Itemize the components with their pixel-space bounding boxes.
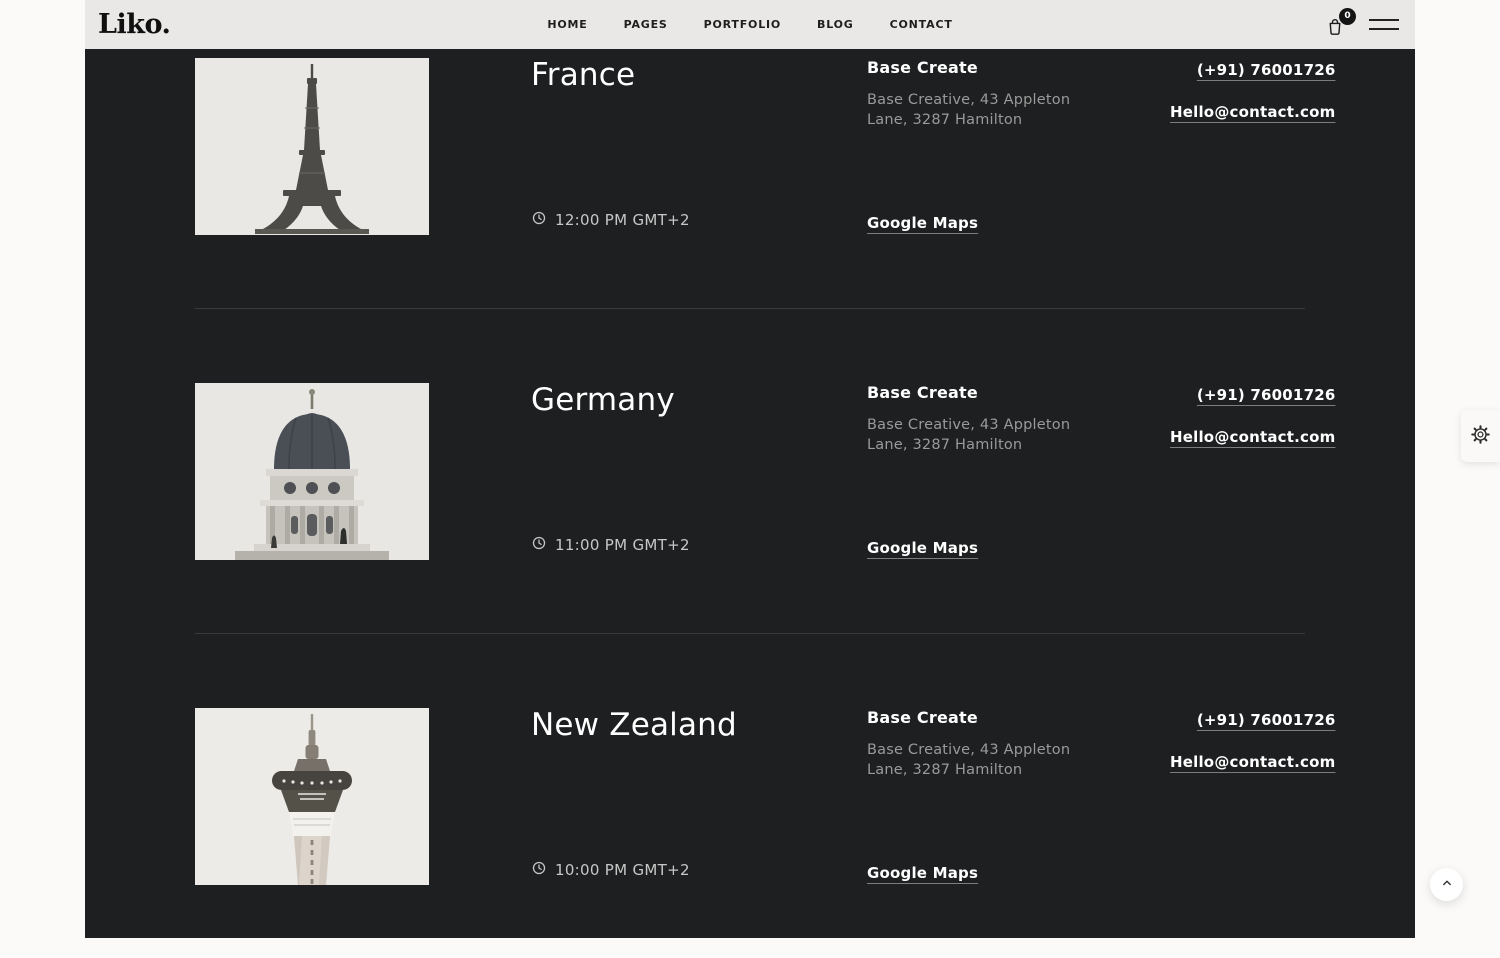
location-section-germany: Germany 11:00 PM GMT+2 Base Create [195, 308, 1305, 633]
location-main-column: France 12:00 PM GMT+2 [531, 58, 867, 235]
site-header: Liko. HOME PAGES PORTFOLIO BLOG CONTACT … [85, 0, 1415, 49]
scroll-to-top-button[interactable] [1430, 868, 1463, 901]
header-actions: 0 [1325, 13, 1399, 37]
office-name: Base Create [867, 708, 1170, 727]
cart-count-badge: 0 [1339, 8, 1356, 25]
locations-list: France 12:00 PM GMT+2 Base Create [85, 49, 1415, 958]
location-section-new-zealand: New Zealand 10:00 PM GMT+2 Base Create [195, 633, 1305, 958]
office-name: Base Create [867, 383, 1170, 402]
email-link[interactable]: Hello@contact.com [1170, 103, 1335, 121]
nav-item-portfolio[interactable]: PORTFOLIO [704, 18, 781, 31]
sky-tower-image [195, 708, 429, 885]
local-time: 10:00 PM GMT+2 [531, 860, 867, 880]
email-link[interactable]: Hello@contact.com [1170, 428, 1335, 446]
location-row: New Zealand 10:00 PM GMT+2 Base Create [195, 708, 1305, 885]
office-info-column: Base Create Base Creative, 43 Appleton L… [867, 58, 1170, 235]
phone-link[interactable]: (+91) 76001726 [1197, 711, 1336, 729]
eiffel-tower-image [195, 58, 429, 235]
location-row: France 12:00 PM GMT+2 Base Create [195, 58, 1305, 235]
country-title: France [531, 58, 867, 94]
berlin-dome-image [195, 383, 429, 560]
contact-column: (+91) 76001726 Hello@contact.com [1170, 708, 1335, 885]
location-main-column: Germany 11:00 PM GMT+2 [531, 383, 867, 560]
local-time-text: 12:00 PM GMT+2 [555, 211, 690, 229]
nav-item-contact[interactable]: CONTACT [890, 18, 953, 31]
office-address: Base Creative, 43 Appleton Lane, 3287 Ha… [867, 740, 1170, 780]
clock-icon [531, 860, 547, 880]
country-title: New Zealand [531, 708, 867, 744]
office-info-column: Base Create Base Creative, 43 Appleton L… [867, 708, 1170, 885]
nav-item-pages[interactable]: PAGES [624, 18, 668, 31]
theme-settings-button[interactable] [1461, 410, 1500, 462]
office-address: Base Creative, 43 Appleton Lane, 3287 Ha… [867, 90, 1170, 130]
site-container: Liko. HOME PAGES PORTFOLIO BLOG CONTACT … [85, 0, 1415, 938]
cart-button[interactable]: 0 [1325, 13, 1347, 37]
google-maps-link[interactable]: Google Maps [867, 864, 978, 882]
chevron-up-icon [1440, 876, 1454, 893]
clock-icon [531, 535, 547, 555]
location-main-column: New Zealand 10:00 PM GMT+2 [531, 708, 867, 885]
location-row: Germany 11:00 PM GMT+2 Base Create [195, 383, 1305, 560]
country-title: Germany [531, 383, 867, 419]
email-link[interactable]: Hello@contact.com [1170, 753, 1335, 771]
phone-link[interactable]: (+91) 76001726 [1197, 386, 1336, 404]
nav-item-blog[interactable]: BLOG [817, 18, 854, 31]
local-time-text: 11:00 PM GMT+2 [555, 536, 690, 554]
contact-column: (+91) 76001726 Hello@contact.com [1170, 58, 1335, 235]
google-maps-link[interactable]: Google Maps [867, 539, 978, 557]
gear-icon [1471, 425, 1490, 448]
nav-item-home[interactable]: HOME [547, 18, 587, 31]
office-name: Base Create [867, 58, 1170, 77]
phone-link[interactable]: (+91) 76001726 [1197, 61, 1336, 79]
local-time: 11:00 PM GMT+2 [531, 535, 867, 555]
local-time-text: 10:00 PM GMT+2 [555, 861, 690, 879]
menu-hamburger-icon[interactable] [1369, 15, 1399, 34]
google-maps-link[interactable]: Google Maps [867, 214, 978, 232]
office-address: Base Creative, 43 Appleton Lane, 3287 Ha… [867, 415, 1170, 455]
main-navigation: HOME PAGES PORTFOLIO BLOG CONTACT [547, 0, 952, 49]
site-logo[interactable]: Liko. [98, 11, 170, 38]
local-time: 12:00 PM GMT+2 [531, 210, 867, 230]
office-info-column: Base Create Base Creative, 43 Appleton L… [867, 383, 1170, 560]
clock-icon [531, 210, 547, 230]
location-section-france: France 12:00 PM GMT+2 Base Create [195, 58, 1305, 308]
contact-column: (+91) 76001726 Hello@contact.com [1170, 383, 1335, 560]
